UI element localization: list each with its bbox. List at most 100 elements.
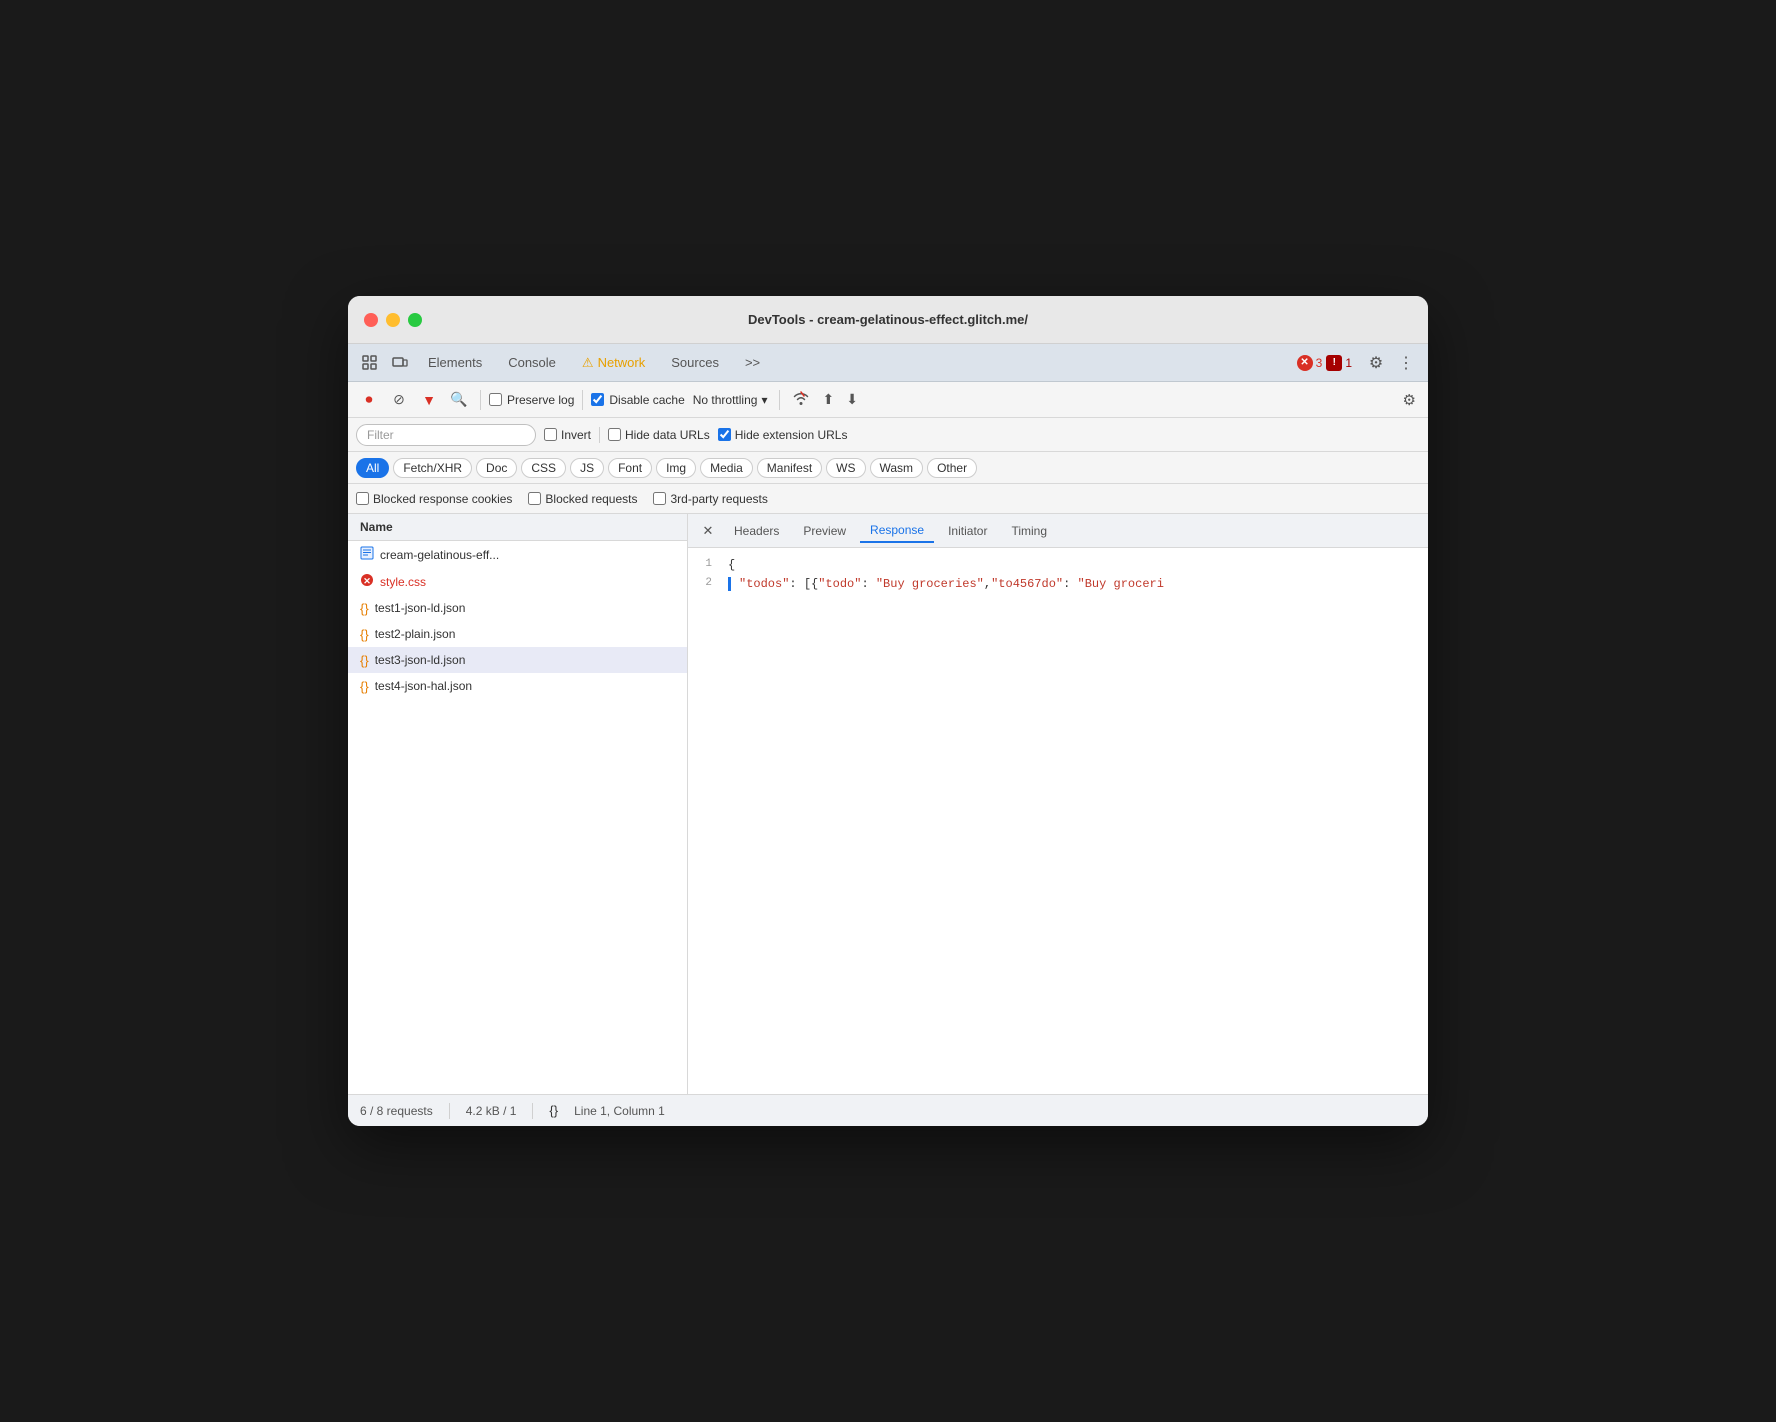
format-button[interactable]: {} xyxy=(549,1103,558,1118)
error-icon: ✕ xyxy=(1297,355,1313,371)
cursor-line xyxy=(728,577,731,591)
hide-ext-checkbox[interactable] xyxy=(718,428,731,441)
json-icon-3: {} xyxy=(360,653,369,668)
window-controls xyxy=(364,313,422,327)
cursor-position: Line 1, Column 1 xyxy=(574,1104,665,1118)
type-filter-all[interactable]: All xyxy=(356,458,389,478)
invert-checkbox[interactable] xyxy=(544,428,557,441)
hide-ext-label[interactable]: Hide extension URLs xyxy=(718,428,848,442)
maximize-button[interactable] xyxy=(408,313,422,327)
network-settings-button[interactable]: ⚙ xyxy=(1399,387,1420,413)
file-list: cream-gelatinous-eff... ✕ style.css {} t… xyxy=(348,541,687,1094)
toolbar-divider-2 xyxy=(582,390,583,410)
file-item-json2[interactable]: {} test2-plain.json xyxy=(348,621,687,647)
inspect-icon[interactable] xyxy=(356,349,384,377)
tab-initiator[interactable]: Initiator xyxy=(938,520,997,542)
file-name-cream: cream-gelatinous-eff... xyxy=(380,548,499,562)
filter-input[interactable] xyxy=(356,424,536,446)
type-filter-img[interactable]: Img xyxy=(656,458,696,478)
preserve-log-checkbox[interactable] xyxy=(489,393,502,406)
throttle-select[interactable]: No throttling ▾ xyxy=(689,391,772,409)
file-name-css: style.css xyxy=(380,575,426,589)
tab-sources[interactable]: Sources xyxy=(659,351,731,374)
device-toggle-icon[interactable] xyxy=(386,349,414,377)
minimize-button[interactable] xyxy=(386,313,400,327)
file-item-cream[interactable]: cream-gelatinous-eff... xyxy=(348,541,687,568)
blocked-requests-checkbox[interactable] xyxy=(528,492,541,505)
file-name-json2: test2-plain.json xyxy=(375,627,456,641)
type-filter-js[interactable]: JS xyxy=(570,458,604,478)
tab-headers[interactable]: Headers xyxy=(724,520,789,542)
file-name-json4: test4-json-hal.json xyxy=(375,679,472,693)
type-filter-other[interactable]: Other xyxy=(927,458,977,478)
clear-button[interactable]: ⊘ xyxy=(386,387,412,413)
tab-timing[interactable]: Timing xyxy=(1001,520,1057,542)
third-party-checkbox[interactable] xyxy=(653,492,666,505)
svg-text:✕: ✕ xyxy=(363,576,371,586)
preserve-log-label[interactable]: Preserve log xyxy=(489,393,574,407)
code-content-1: { xyxy=(728,556,735,575)
network-warning-icon: ⚠ xyxy=(582,355,594,371)
file-list-panel: Name cream-gelatinous-eff... xyxy=(348,514,688,1094)
filter-bar: Invert Hide data URLs Hide extension URL… xyxy=(348,418,1428,452)
main-content: Name cream-gelatinous-eff... xyxy=(348,514,1428,1094)
type-filter-manifest[interactable]: Manifest xyxy=(757,458,822,478)
file-name-json3: test3-json-ld.json xyxy=(375,653,466,667)
warning-icon-badge: ! xyxy=(1326,355,1342,371)
close-button[interactable] xyxy=(364,313,378,327)
file-name-json1: test1-json-ld.json xyxy=(375,601,466,615)
json-icon-4: {} xyxy=(360,679,369,694)
window-title: DevTools - cream-gelatinous-effect.glitc… xyxy=(748,312,1028,327)
code-line-1: 1 { xyxy=(688,556,1428,575)
doc-icon xyxy=(360,546,374,563)
response-content: 1 { 2 "todos": [{"todo": "Buy groceries"… xyxy=(688,548,1428,1094)
settings-button[interactable]: ⚙ xyxy=(1362,349,1390,377)
disable-cache-label[interactable]: Disable cache xyxy=(591,393,684,407)
tab-network[interactable]: ⚠ Network xyxy=(570,351,657,375)
network-conditions-icon[interactable] xyxy=(788,388,814,411)
type-filter-font[interactable]: Font xyxy=(608,458,652,478)
invert-label[interactable]: Invert xyxy=(544,428,591,442)
toolbar-divider-1 xyxy=(480,390,481,410)
requests-count: 6 / 8 requests xyxy=(360,1104,433,1118)
blocked-requests-label[interactable]: Blocked requests xyxy=(528,492,637,506)
blocked-cookies-label[interactable]: Blocked response cookies xyxy=(356,492,512,506)
chevron-down-icon: ▾ xyxy=(761,393,767,407)
tab-console[interactable]: Console xyxy=(496,351,568,374)
file-item-css[interactable]: ✕ style.css xyxy=(348,568,687,595)
type-filter-fetch[interactable]: Fetch/XHR xyxy=(393,458,472,478)
filter-icon-button[interactable]: ▼ xyxy=(416,387,442,413)
import-har-icon[interactable]: ⬆ xyxy=(818,389,838,410)
hide-data-label[interactable]: Hide data URLs xyxy=(608,428,710,442)
file-list-header: Name xyxy=(348,514,687,541)
file-item-json3[interactable]: {} test3-json-ld.json xyxy=(348,647,687,673)
tab-preview[interactable]: Preview xyxy=(793,520,856,542)
type-filter-ws[interactable]: WS xyxy=(826,458,865,478)
export-har-icon[interactable]: ⬇ xyxy=(842,389,862,410)
error-file-icon: ✕ xyxy=(360,573,374,590)
disable-cache-checkbox[interactable] xyxy=(591,393,604,406)
close-panel-button[interactable]: ✕ xyxy=(696,519,720,543)
type-filter-bar: All Fetch/XHR Doc CSS JS Font Img Media … xyxy=(348,452,1428,484)
search-button[interactable]: 🔍 xyxy=(446,387,472,413)
toolbar-divider-3 xyxy=(779,390,780,410)
blocked-cookies-checkbox[interactable] xyxy=(356,492,369,505)
type-filter-media[interactable]: Media xyxy=(700,458,753,478)
file-item-json4[interactable]: {} test4-json-hal.json xyxy=(348,673,687,699)
file-item-json1[interactable]: {} test1-json-ld.json xyxy=(348,595,687,621)
type-filter-wasm[interactable]: Wasm xyxy=(870,458,924,478)
stop-recording-button[interactable]: ⏺ xyxy=(356,387,382,413)
response-tabs: ✕ Headers Preview Response Initiator Tim… xyxy=(688,514,1428,548)
filter-divider-1 xyxy=(599,427,600,443)
blocked-bar: Blocked response cookies Blocked request… xyxy=(348,484,1428,514)
hide-data-checkbox[interactable] xyxy=(608,428,621,441)
third-party-label[interactable]: 3rd-party requests xyxy=(653,492,767,506)
tab-elements[interactable]: Elements xyxy=(416,351,494,374)
tab-response[interactable]: Response xyxy=(860,519,934,543)
type-filter-doc[interactable]: Doc xyxy=(476,458,517,478)
more-options-button[interactable]: ⋮ xyxy=(1392,349,1420,377)
tab-more[interactable]: >> xyxy=(733,351,772,374)
type-filter-css[interactable]: CSS xyxy=(521,458,566,478)
devtools-window: DevTools - cream-gelatinous-effect.glitc… xyxy=(348,296,1428,1126)
tab-bar: Elements Console ⚠ Network Sources >> ✕ … xyxy=(348,344,1428,382)
